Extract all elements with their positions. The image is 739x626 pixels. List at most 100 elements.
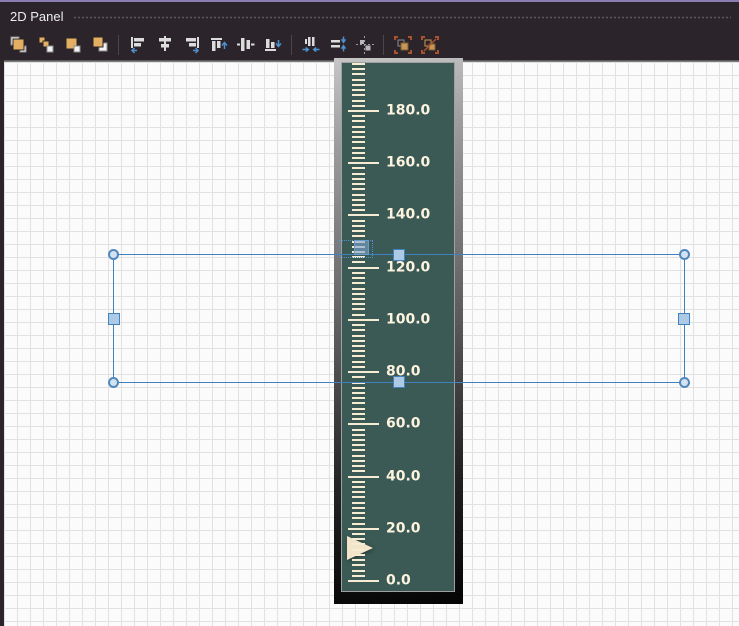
toolbar — [0, 30, 739, 60]
meter-minor-tick — [352, 459, 365, 462]
meter-minor-tick — [352, 397, 365, 400]
meter-minor-tick — [352, 125, 365, 128]
toolbar-separator — [118, 35, 119, 55]
selection-handle-middle-right[interactable] — [678, 312, 690, 325]
selection-handle-top-right[interactable] — [679, 249, 690, 260]
meter-minor-tick — [352, 574, 365, 577]
meter-minor-tick — [352, 517, 365, 520]
center-in-window-button[interactable] — [351, 33, 378, 57]
meter-minor-tick — [352, 172, 365, 175]
meter-minor-tick — [352, 548, 365, 551]
meter-minor-tick — [352, 219, 365, 222]
meter-minor-tick — [352, 543, 365, 546]
meter-minor-tick — [352, 512, 365, 515]
align-left-button[interactable] — [124, 33, 151, 57]
meter-minor-tick — [352, 491, 365, 494]
meter-minor-tick — [352, 230, 365, 233]
meter-major-tick — [348, 423, 379, 426]
meter-minor-tick — [352, 533, 365, 535]
meter-minor-tick — [352, 177, 365, 180]
bring-to-front-icon — [10, 36, 26, 53]
meter-minor-tick — [352, 402, 365, 405]
meter-tick-label: 180.0 — [386, 102, 431, 119]
meter-minor-tick — [352, 407, 365, 410]
send-backward-button[interactable] — [59, 33, 86, 57]
meter-minor-tick — [352, 522, 365, 525]
anchor-handle[interactable] — [354, 240, 369, 255]
meter-major-tick — [348, 580, 379, 582]
meter-minor-tick — [352, 496, 365, 499]
selection-handle-top-left[interactable] — [108, 249, 119, 260]
meter-minor-tick — [352, 146, 365, 149]
meter-major-tick — [348, 110, 379, 113]
group-button[interactable] — [389, 33, 416, 57]
selection-handle-bottom-right[interactable] — [679, 377, 690, 388]
meter-minor-tick — [352, 198, 365, 201]
meter-minor-tick — [352, 235, 365, 238]
align-center-icon — [158, 36, 171, 51]
meter-minor-tick — [352, 209, 365, 212]
align-right-button[interactable] — [178, 33, 205, 57]
ungroup-button[interactable] — [416, 33, 443, 57]
meter-minor-tick — [352, 120, 365, 123]
meter-minor-tick — [352, 151, 365, 154]
align-bottom-button[interactable] — [259, 33, 286, 57]
meter-major-tick — [348, 527, 379, 530]
meter-minor-tick — [352, 204, 365, 207]
meter-minor-tick — [352, 501, 365, 504]
titlebar-dotted-divider — [73, 15, 731, 19]
ungroup-icon — [420, 36, 439, 54]
meter-minor-tick — [352, 63, 365, 66]
meter-minor-tick — [352, 68, 365, 71]
meter-tick-label: 60.0 — [386, 415, 421, 432]
bring-forward-icon — [38, 36, 53, 53]
meter-minor-tick — [352, 470, 365, 473]
meter-tick-label: 140.0 — [386, 206, 431, 223]
bring-to-front-button[interactable] — [5, 33, 32, 57]
align-middle-button[interactable] — [232, 33, 259, 57]
align-middle-icon — [236, 38, 254, 51]
center-in-window-icon — [355, 36, 374, 54]
align-left-icon — [130, 37, 144, 54]
make-vertical-spacing-equal-button[interactable] — [324, 33, 351, 57]
meter-minor-tick — [352, 454, 365, 457]
align-right-icon — [185, 37, 199, 54]
selection-handle-middle-left[interactable] — [108, 312, 120, 325]
selection-handle-top-center[interactable] — [393, 249, 405, 261]
selection-handle-bottom-center[interactable] — [393, 376, 405, 388]
meter-minor-tick — [352, 130, 365, 133]
meter-minor-tick — [352, 480, 365, 483]
meter-minor-tick — [352, 538, 365, 541]
meter-minor-tick — [352, 439, 365, 441]
meter-minor-tick — [352, 506, 365, 509]
meter-minor-tick — [352, 188, 365, 191]
toolbar-separator — [383, 35, 384, 55]
vertical-spacing-icon — [330, 36, 346, 52]
make-horizontal-spacing-equal-button[interactable] — [297, 33, 324, 57]
meter-major-tick — [348, 475, 379, 478]
meter-minor-tick — [352, 386, 365, 389]
meter-tick-label: 160.0 — [386, 154, 431, 171]
meter-minor-tick — [352, 136, 365, 139]
align-center-button[interactable] — [151, 33, 178, 57]
bring-forward-button[interactable] — [32, 33, 59, 57]
align-bottom-icon — [264, 39, 282, 51]
meter-minor-tick — [352, 193, 365, 196]
align-top-button[interactable] — [205, 33, 232, 57]
selection-rectangle — [108, 249, 690, 388]
meter-minor-tick — [352, 104, 365, 107]
meter-minor-tick — [352, 141, 365, 144]
send-to-back-icon — [92, 36, 107, 52]
toolbar-separator — [291, 35, 292, 55]
meter-minor-tick — [352, 78, 365, 81]
meter-tick-label: 0.0 — [386, 572, 411, 589]
send-to-back-button[interactable] — [86, 33, 113, 57]
meter-minor-tick — [352, 392, 365, 394]
meter-minor-tick — [352, 83, 365, 86]
selection-handle-bottom-left[interactable] — [108, 377, 119, 388]
meter-minor-tick — [352, 115, 365, 118]
meter-minor-tick — [352, 564, 365, 567]
meter-minor-tick — [352, 224, 365, 227]
meter-minor-tick — [352, 73, 365, 76]
meter-tick-label: 20.0 — [386, 520, 421, 537]
